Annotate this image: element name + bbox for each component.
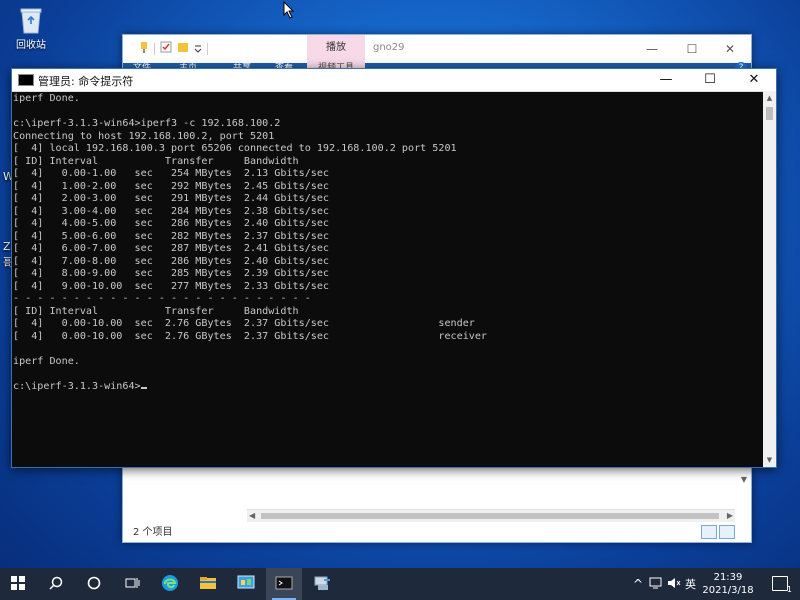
toolbar-divider (207, 42, 208, 55)
start-button[interactable] (0, 568, 36, 600)
explorer-title: gno29 (373, 42, 405, 53)
network-icon (313, 575, 331, 594)
control-panel-button[interactable] (228, 568, 264, 600)
cortana-button[interactable] (76, 568, 112, 600)
console-line: [ 4] 5.00-6.00 sec 282 MBytes 2.37 Gbits… (13, 230, 330, 242)
new-folder-icon[interactable] (177, 41, 189, 56)
console-line: - - - - - - - - - - - - - - - - - - - - … (13, 293, 311, 304)
terminal-icon (275, 576, 293, 593)
console-line: [ 4] 3.00-4.00 sec 284 MBytes 2.38 Gbits… (13, 205, 330, 217)
console-line: [ 4] 0.00-10.00 sec 2.76 GBytes 2.37 Gbi… (13, 330, 488, 342)
toolbar-divider (154, 42, 155, 55)
properties-icon[interactable] (160, 41, 172, 56)
text-cursor (140, 386, 147, 389)
taskbar: ^ 英 21:39 2021/3/18 (0, 568, 800, 600)
recycle-bin-icon[interactable]: 回收站 (8, 6, 54, 51)
cmd-maximize-button[interactable]: ☐ (688, 69, 732, 91)
cmd-close-button[interactable]: ✕ (732, 69, 776, 91)
console-line: c:\iperf-3.1.3-win64> (13, 381, 762, 394)
recycle-bin-label: 回收站 (16, 40, 46, 51)
network-status-icon[interactable] (649, 576, 663, 593)
notification-center-icon[interactable] (772, 576, 792, 594)
console-line: [ 4] 4.00-5.00 sec 286 MBytes 2.40 Gbits… (13, 218, 330, 229)
cmd-app-icon (18, 74, 34, 86)
cmd-output[interactable]: iperf Done. c:\iperf-3.1.3-win64>iperf3 -… (12, 91, 762, 467)
folder-icon (199, 576, 217, 593)
pin-icon[interactable] (139, 41, 149, 56)
console-line: iperf Done. (13, 93, 80, 104)
large-icons-view-icon[interactable] (719, 525, 735, 539)
explorer-status-text: 2 个项目 (133, 527, 173, 538)
console-line: [ 4] 7.00-8.00 sec 286 MBytes 2.40 Gbits… (13, 255, 330, 267)
explorer-maximize-button[interactable]: ☐ (673, 37, 711, 61)
scroll-up-icon[interactable]: ▲ (763, 91, 776, 105)
ime-indicator[interactable]: 英 (685, 576, 696, 592)
console-line: [ 4] 6.00-7.00 sec 287 MBytes 2.41 Gbits… (13, 243, 330, 254)
explorer-scroll-down-icon[interactable]: ▼ (737, 475, 751, 495)
console-line: iperf Done. (13, 355, 80, 367)
explorer-minimize-button[interactable]: — (633, 37, 671, 61)
command-prompt-window[interactable]: 管理员: 命令提示符 — ☐ ✕ iperf Done. c:\iperf-3.1… (11, 68, 777, 468)
desktop-fragment: Z (3, 240, 11, 253)
clock[interactable]: 21:39 2021/3/18 (698, 571, 758, 597)
scroll-thumb[interactable] (766, 107, 773, 120)
console-line: [ 4] 0.00-10.00 sec 2.76 GBytes 2.37 Gbi… (13, 318, 475, 329)
scroll-right-icon[interactable]: ▶ (727, 510, 733, 522)
console-line: [ 4] 2.00-3.00 sec 291 MBytes 2.44 Gbits… (13, 193, 330, 204)
edge-icon (161, 574, 179, 595)
task-view-button[interactable] (114, 568, 150, 600)
search-button[interactable] (38, 568, 74, 600)
scroll-down-icon[interactable]: ▼ (763, 453, 776, 467)
clock-date: 2021/3/18 (702, 585, 754, 596)
cmd-title: 管理员: 命令提示符 (38, 75, 134, 88)
volume-muted-icon[interactable] (667, 576, 681, 593)
mouse-cursor-icon (283, 0, 295, 22)
play-context-tab[interactable]: 播放 (307, 35, 365, 63)
customize-toolbar-icon[interactable] (194, 42, 202, 56)
search-icon (49, 576, 63, 593)
windows-logo-icon (11, 575, 25, 593)
network-app-button[interactable] (304, 568, 340, 600)
explorer-close-button[interactable]: ✕ (711, 37, 749, 61)
explorer-horizontal-scrollbar[interactable]: ◀ ▶ (247, 509, 735, 522)
view-toggle (701, 525, 735, 539)
edge-button[interactable] (152, 568, 188, 600)
control-panel-icon (237, 575, 255, 594)
console-line: [ 4] 0.00-1.00 sec 254 MBytes 2.13 Gbits… (13, 168, 330, 179)
cmd-minimize-button[interactable]: — (644, 69, 688, 91)
recycle-bin-graphic (18, 6, 44, 34)
task-view-icon (124, 576, 140, 593)
cmd-vertical-scrollbar[interactable]: ▲ ▼ (763, 91, 776, 467)
details-view-icon[interactable] (701, 525, 717, 539)
console-line: [ 4] 1.00-2.00 sec 292 MBytes 2.45 Gbits… (13, 180, 330, 192)
cmd-titlebar[interactable]: 管理员: 命令提示符 — ☐ ✕ (12, 69, 776, 92)
explorer-titlebar[interactable]: 播放 gno29 — ☐ ✕ (123, 35, 751, 63)
console-line: Connecting to host 192.168.100.2, port 5… (13, 130, 275, 142)
console-line: [ 4] local 192.168.100.3 port 65206 conn… (13, 143, 457, 154)
console-line: [ 4] 9.00-10.00 sec 277 MBytes 2.33 Gbit… (13, 280, 330, 292)
console-line: [ ID] Interval Transfer Bandwidth (13, 305, 299, 317)
system-tray: ^ 英 21:39 2021/3/18 (625, 568, 800, 600)
cmd-button[interactable] (266, 568, 302, 600)
scroll-thumb[interactable] (261, 513, 719, 519)
clock-time: 21:39 (713, 572, 743, 583)
circle-icon (87, 576, 101, 593)
console-line: [ ID] Interval Transfer Bandwidth (13, 155, 299, 167)
scroll-left-icon[interactable]: ◀ (249, 510, 255, 522)
quick-access-toolbar (139, 41, 208, 56)
console-line: [ 4] 8.00-9.00 sec 285 MBytes 2.39 Gbits… (13, 268, 330, 279)
file-explorer-button[interactable] (190, 568, 226, 600)
console-line: c:\iperf-3.1.3-win64>iperf3 -c 192.168.1… (13, 118, 281, 129)
tray-chevron-icon[interactable]: ^ (633, 577, 643, 591)
